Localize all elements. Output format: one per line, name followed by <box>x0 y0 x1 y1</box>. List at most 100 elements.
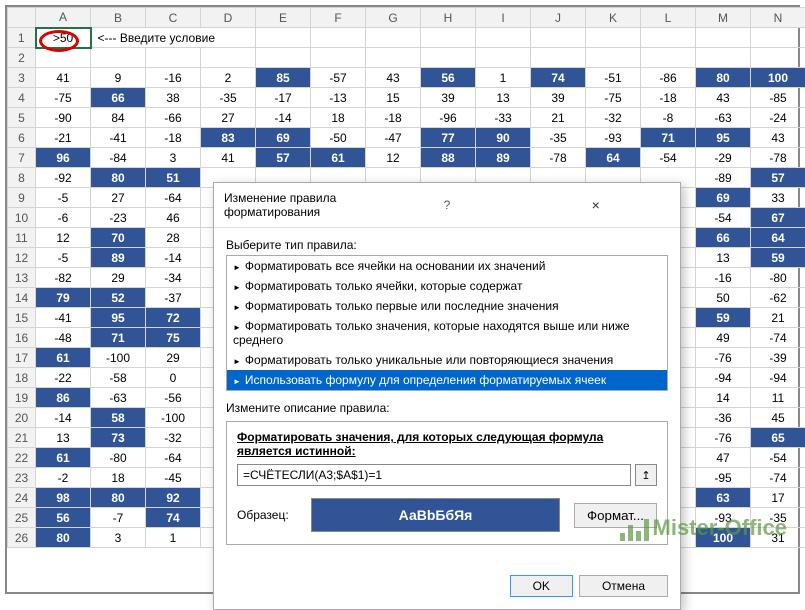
column-header-N[interactable]: N <box>751 8 805 28</box>
cell[interactable] <box>586 48 641 68</box>
cell[interactable]: 57 <box>751 168 805 188</box>
column-header-B[interactable]: B <box>91 8 146 28</box>
cell[interactable]: 13 <box>696 248 751 268</box>
cell[interactable]: -21 <box>36 128 91 148</box>
cell[interactable]: 43 <box>751 128 805 148</box>
cell[interactable]: 100 <box>751 68 805 88</box>
cell[interactable]: 75 <box>146 328 201 348</box>
cell[interactable]: 39 <box>531 88 586 108</box>
cell[interactable]: 80 <box>696 68 751 88</box>
row-header-22[interactable]: 22 <box>8 448 36 468</box>
cell[interactable]: 31 <box>751 528 805 548</box>
cell[interactable] <box>366 48 421 68</box>
cell[interactable]: -75 <box>36 88 91 108</box>
row-header-26[interactable]: 26 <box>8 528 36 548</box>
column-header-M[interactable]: M <box>696 8 751 28</box>
cell[interactable] <box>476 48 531 68</box>
row-header-19[interactable]: 19 <box>8 388 36 408</box>
cell[interactable]: 51 <box>146 168 201 188</box>
cell[interactable] <box>641 28 696 48</box>
corner-cell[interactable] <box>8 8 36 28</box>
cell[interactable]: 58 <box>91 408 146 428</box>
cell[interactable]: -93 <box>586 128 641 148</box>
rule-type-option[interactable]: Форматировать только первые или последни… <box>227 296 667 316</box>
cell[interactable] <box>531 28 586 48</box>
row-header-16[interactable]: 16 <box>8 328 36 348</box>
column-header-E[interactable]: E <box>256 8 311 28</box>
cell[interactable] <box>586 28 641 48</box>
cell[interactable]: -94 <box>696 368 751 388</box>
cell[interactable]: -66 <box>146 108 201 128</box>
cell[interactable]: 18 <box>91 468 146 488</box>
cell[interactable]: -92 <box>36 168 91 188</box>
cell[interactable]: -14 <box>146 248 201 268</box>
rule-type-option[interactable]: Форматировать только ячейки, которые сод… <box>227 276 667 296</box>
cell[interactable]: -36 <box>696 408 751 428</box>
cell[interactable]: -64 <box>146 188 201 208</box>
cell[interactable]: 79 <box>36 288 91 308</box>
cell[interactable] <box>751 48 805 68</box>
cell[interactable]: 33 <box>751 188 805 208</box>
row-header-2[interactable]: 2 <box>8 48 36 68</box>
cell[interactable]: -23 <box>91 208 146 228</box>
cell[interactable]: 27 <box>91 188 146 208</box>
cell[interactable]: -47 <box>366 128 421 148</box>
cell[interactable]: 65 <box>751 428 805 448</box>
row-header-21[interactable]: 21 <box>8 428 36 448</box>
cell[interactable]: 29 <box>91 268 146 288</box>
cell[interactable]: -13 <box>311 88 366 108</box>
cell[interactable]: -75 <box>586 88 641 108</box>
cell[interactable]: 80 <box>91 488 146 508</box>
row-header-4[interactable]: 4 <box>8 88 36 108</box>
format-button[interactable]: Формат... <box>574 503 657 528</box>
close-button[interactable]: × <box>521 197 670 213</box>
cell[interactable]: -54 <box>641 148 696 168</box>
cell[interactable]: -50 <box>311 128 366 148</box>
cell[interactable]: -82 <box>36 268 91 288</box>
cell[interactable]: 71 <box>641 128 696 148</box>
cell[interactable]: 41 <box>201 148 256 168</box>
cell[interactable]: 56 <box>421 68 476 88</box>
cell[interactable]: 27 <box>201 108 256 128</box>
cell[interactable]: -32 <box>146 428 201 448</box>
cell[interactable]: -51 <box>586 68 641 88</box>
cell[interactable]: 9 <box>91 68 146 88</box>
cell[interactable]: 73 <box>91 428 146 448</box>
cell[interactable]: 15 <box>366 88 421 108</box>
cell[interactable]: -41 <box>91 128 146 148</box>
cell[interactable]: 2 <box>201 68 256 88</box>
cell[interactable]: -94 <box>751 368 805 388</box>
cell[interactable] <box>256 28 311 48</box>
cell[interactable] <box>751 28 805 48</box>
cell[interactable]: -34 <box>146 268 201 288</box>
cell[interactable]: 41 <box>36 68 91 88</box>
cell[interactable]: -74 <box>751 328 805 348</box>
cell[interactable] <box>146 48 201 68</box>
cell[interactable]: 39 <box>421 88 476 108</box>
cell[interactable]: 95 <box>91 308 146 328</box>
cell[interactable]: -63 <box>696 108 751 128</box>
column-header-J[interactable]: J <box>531 8 586 28</box>
cancel-button[interactable]: Отмена <box>579 575 668 597</box>
cell[interactable]: -89 <box>696 168 751 188</box>
cell[interactable]: -18 <box>146 128 201 148</box>
cell[interactable]: -54 <box>751 448 805 468</box>
cell[interactable]: -29 <box>696 148 751 168</box>
cell[interactable] <box>641 48 696 68</box>
row-header-6[interactable]: 6 <box>8 128 36 148</box>
cell[interactable]: -64 <box>146 448 201 468</box>
row-header-17[interactable]: 17 <box>8 348 36 368</box>
cell[interactable]: 64 <box>751 228 805 248</box>
row-header-1[interactable]: 1 <box>8 28 36 48</box>
cell[interactable]: 69 <box>256 128 311 148</box>
cell[interactable]: -84 <box>91 148 146 168</box>
cell[interactable]: 67 <box>751 208 805 228</box>
cell[interactable]: 66 <box>91 88 146 108</box>
cell[interactable]: -14 <box>256 108 311 128</box>
column-header-A[interactable]: A <box>36 8 91 28</box>
cell[interactable]: -86 <box>641 68 696 88</box>
cell[interactable]: 89 <box>91 248 146 268</box>
column-header-H[interactable]: H <box>421 8 476 28</box>
ok-button[interactable]: OK <box>510 575 573 597</box>
rule-type-option[interactable]: Форматировать только значения, которые н… <box>227 316 667 350</box>
